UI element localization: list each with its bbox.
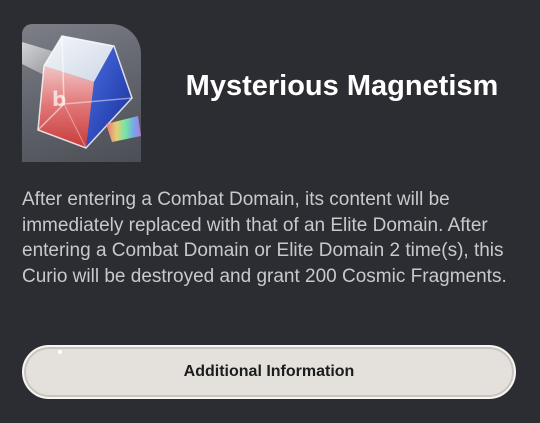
- additional-information-label: Additional Information: [183, 363, 355, 380]
- curio-title: Mysterious Magnetism: [185, 70, 499, 102]
- curio-detail-card: b Mysterious Magnetism After entering a …: [0, 0, 540, 423]
- button-highlight-dot: [58, 350, 62, 354]
- crystal-cube-icon: b: [22, 24, 141, 162]
- curio-description: After entering a Combat Domain, its cont…: [22, 189, 507, 287]
- additional-information-button[interactable]: Additional Information: [22, 345, 516, 399]
- svg-text:b: b: [52, 87, 66, 111]
